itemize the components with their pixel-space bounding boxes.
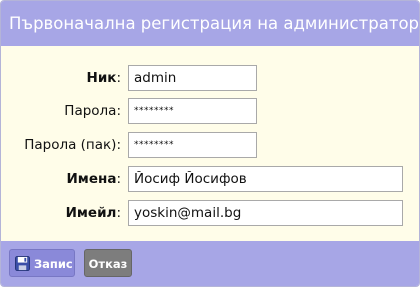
- floppy-disk-icon: [15, 256, 30, 271]
- names-row: Имена:: [1, 166, 419, 192]
- email-label: Имейл:: [65, 205, 121, 221]
- admin-registration-dialog: Първоначална регистрация на администрато…: [0, 0, 420, 287]
- password-row: Парола:: [1, 98, 419, 124]
- nick-label: Ник:: [86, 70, 121, 86]
- password-label: Парола:: [64, 103, 121, 119]
- names-label: Имена:: [66, 171, 122, 187]
- password-again-input[interactable]: [128, 132, 257, 158]
- password-again-row: Парола (пак):: [1, 132, 419, 158]
- cancel-button-label: Отказ: [88, 257, 128, 271]
- cancel-button[interactable]: Отказ: [84, 249, 132, 277]
- dialog-title: Първоначална регистрация на администрато…: [1, 1, 419, 46]
- password-again-label: Парола (пак):: [24, 137, 121, 153]
- dialog-footer: Запис Отказ: [1, 241, 419, 286]
- save-button-label: Запис: [34, 257, 73, 271]
- email-row: Имейл:: [1, 200, 419, 226]
- email-input[interactable]: [128, 200, 403, 226]
- save-button[interactable]: Запис: [9, 249, 75, 277]
- names-input[interactable]: [128, 166, 403, 192]
- nick-row: Ник:: [1, 65, 419, 91]
- password-input[interactable]: [128, 98, 257, 124]
- nick-input[interactable]: [128, 65, 257, 91]
